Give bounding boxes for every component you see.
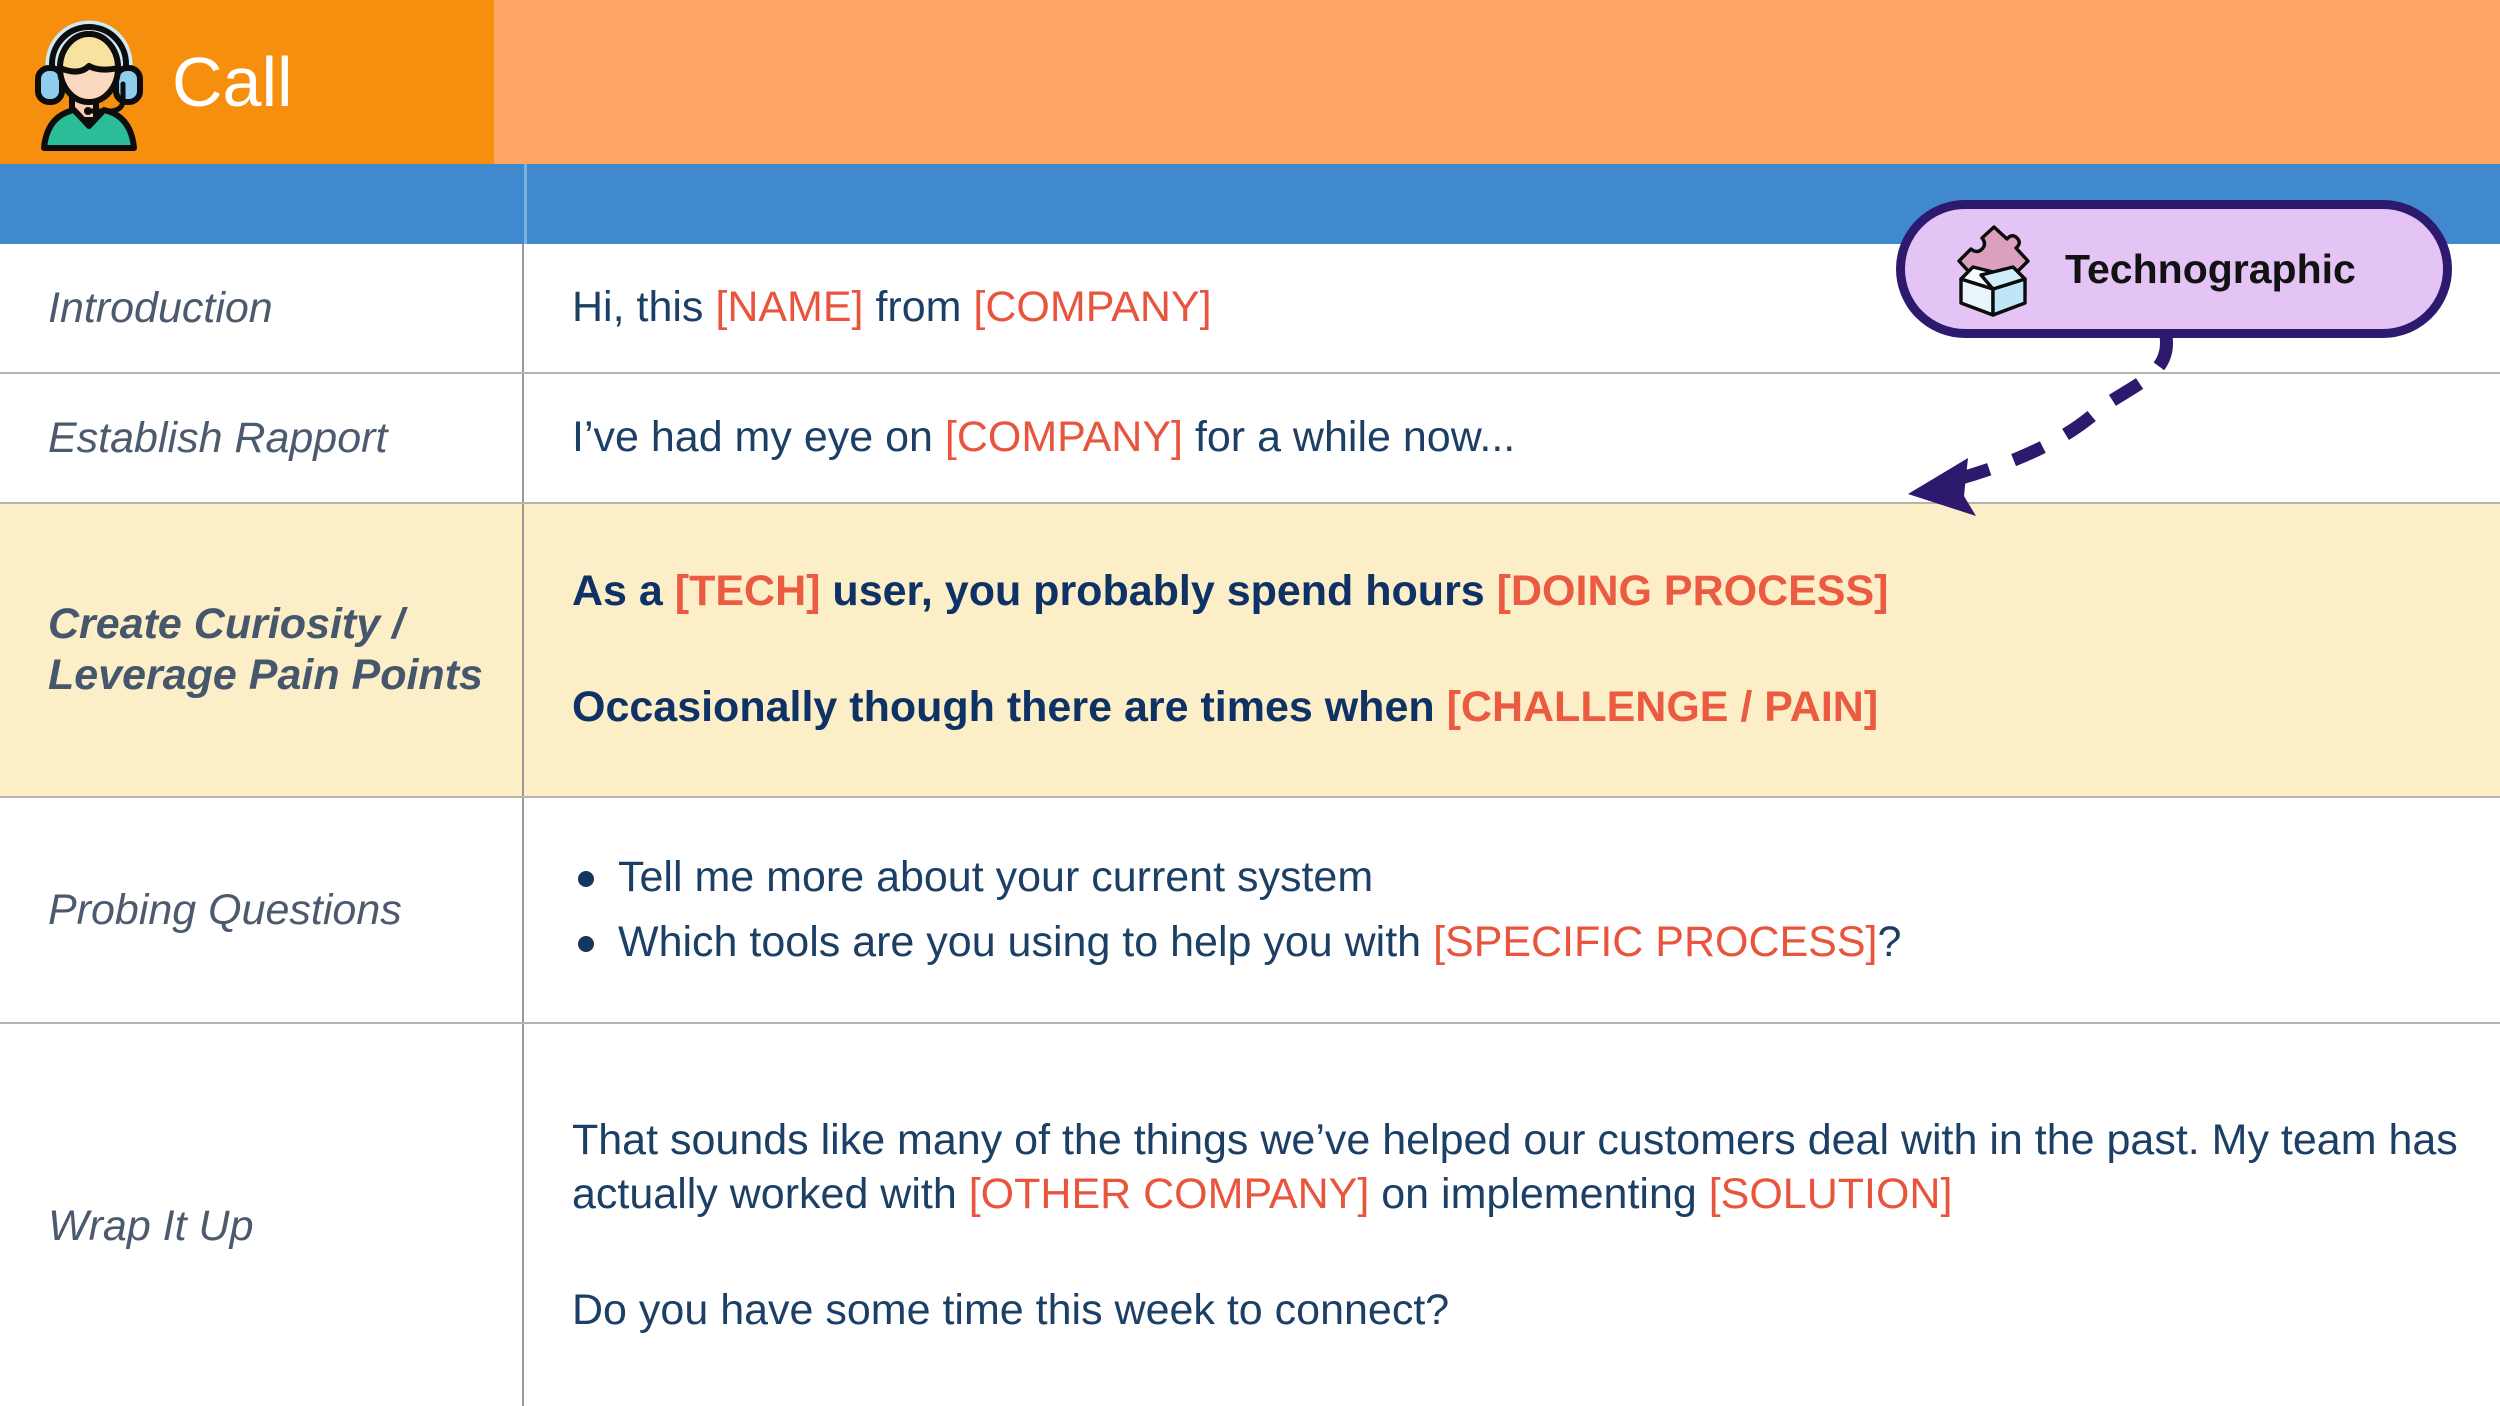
header-title-group: Call <box>0 0 494 164</box>
script-paragraph: I’ve had my eye on [COMPANY] for a while… <box>572 411 2460 465</box>
technographic-badge-label: Technographic <box>2065 245 2356 292</box>
row-label: Wrap It Up <box>48 1201 254 1250</box>
puzzle-piece-in-box-icon <box>1957 225 2030 317</box>
row-label: Probing Questions <box>48 885 402 934</box>
body-text-segment: Which tools are you using to help you wi… <box>618 918 1434 966</box>
body-text-segment: user, you probably spend hours <box>820 567 1497 616</box>
placeholder-token: [DOING PROCESS] <box>1496 567 1889 616</box>
list-item: Which tools are you using to help you wi… <box>572 910 2460 975</box>
body-text-segment: Do you have some time this week to conne… <box>572 1285 1450 1334</box>
placeholder-token: [NAME] <box>715 283 864 332</box>
row-content-cell: As a [TECH] user, you probably spend hou… <box>524 504 2500 796</box>
body-text-segment: for a while now... <box>1183 413 1516 462</box>
script-paragraph: Do you have some time this week to conne… <box>572 1284 2460 1338</box>
technographic-badge[interactable]: Technographic <box>1896 200 2452 338</box>
page-header-band: Call <box>0 0 2500 164</box>
placeholder-token: [COMPANY] <box>944 413 1183 462</box>
probing-questions-list: Tell me more about your current system Wh… <box>572 845 2460 976</box>
row-content-cell: Tell me more about your current system Wh… <box>524 798 2500 1022</box>
headset-agent-avatar-icon <box>35 20 143 151</box>
row-label-cell: Create Curiosity / Leverage Pain Points <box>0 504 524 796</box>
table-row: Probing Questions Tell me more about your… <box>0 798 2500 1024</box>
row-content-cell: That sounds like many of the things we’v… <box>524 1024 2500 1406</box>
table-row: Create Curiosity / Leverage Pain Points As… <box>0 504 2500 798</box>
body-text-segment: on implementing <box>1369 1170 1709 1219</box>
row-label: Establish Rapport <box>48 413 388 462</box>
table-row: Establish Rapport I’ve had my eye on [COM… <box>0 374 2500 504</box>
list-item: Tell me more about your current system <box>572 845 2460 910</box>
body-text-segment: Occasionally though there are times when <box>572 683 1447 731</box>
row-label: Introduction <box>48 283 273 332</box>
body-text-segment: ? <box>1877 918 1902 966</box>
placeholder-token: [OTHER COMPANY] <box>968 1170 1370 1219</box>
placeholder-token: [TECH] <box>674 567 821 616</box>
placeholder-token: [CHALLENGE / PAIN] <box>1446 683 1879 731</box>
row-label-cell: Introduction <box>0 244 524 372</box>
row-content-cell: I’ve had my eye on [COMPANY] for a while… <box>524 374 2500 502</box>
script-paragraph: That sounds like many of the things we’v… <box>572 1114 2460 1222</box>
body-text-segment: Hi, this <box>572 283 716 332</box>
row-label-cell: Probing Questions <box>0 798 524 1022</box>
row-label-cell: Establish Rapport <box>0 374 524 502</box>
row-label-cell: Wrap It Up <box>0 1024 524 1406</box>
script-paragraph: Occasionally though there are times when… <box>572 681 2460 735</box>
call-script-table: Introduction Hi, this [NAME] from [COMPAN… <box>0 244 2500 1406</box>
page-title: Call <box>172 43 293 121</box>
body-text-segment: As a <box>572 567 675 616</box>
body-text-segment: from <box>863 283 974 332</box>
placeholder-token: [SOLUTION] <box>1708 1170 1953 1219</box>
table-header-column-divider <box>524 164 527 244</box>
body-text-segment: I’ve had my eye on <box>572 413 945 462</box>
body-text-segment: Tell me more about your current system <box>618 852 1374 901</box>
placeholder-token: [SPECIFIC PROCESS] <box>1433 918 1878 966</box>
table-row: Wrap It Up That sounds like many of the t… <box>0 1024 2500 1406</box>
placeholder-token: [COMPANY] <box>973 283 1212 332</box>
call-script-table-page: Call Introduction Hi, this [NAME] from [C… <box>0 0 2500 1406</box>
row-label: Create Curiosity / Leverage Pain Points <box>48 600 483 699</box>
script-paragraph: As a [TECH] user, you probably spend hou… <box>572 565 2460 619</box>
